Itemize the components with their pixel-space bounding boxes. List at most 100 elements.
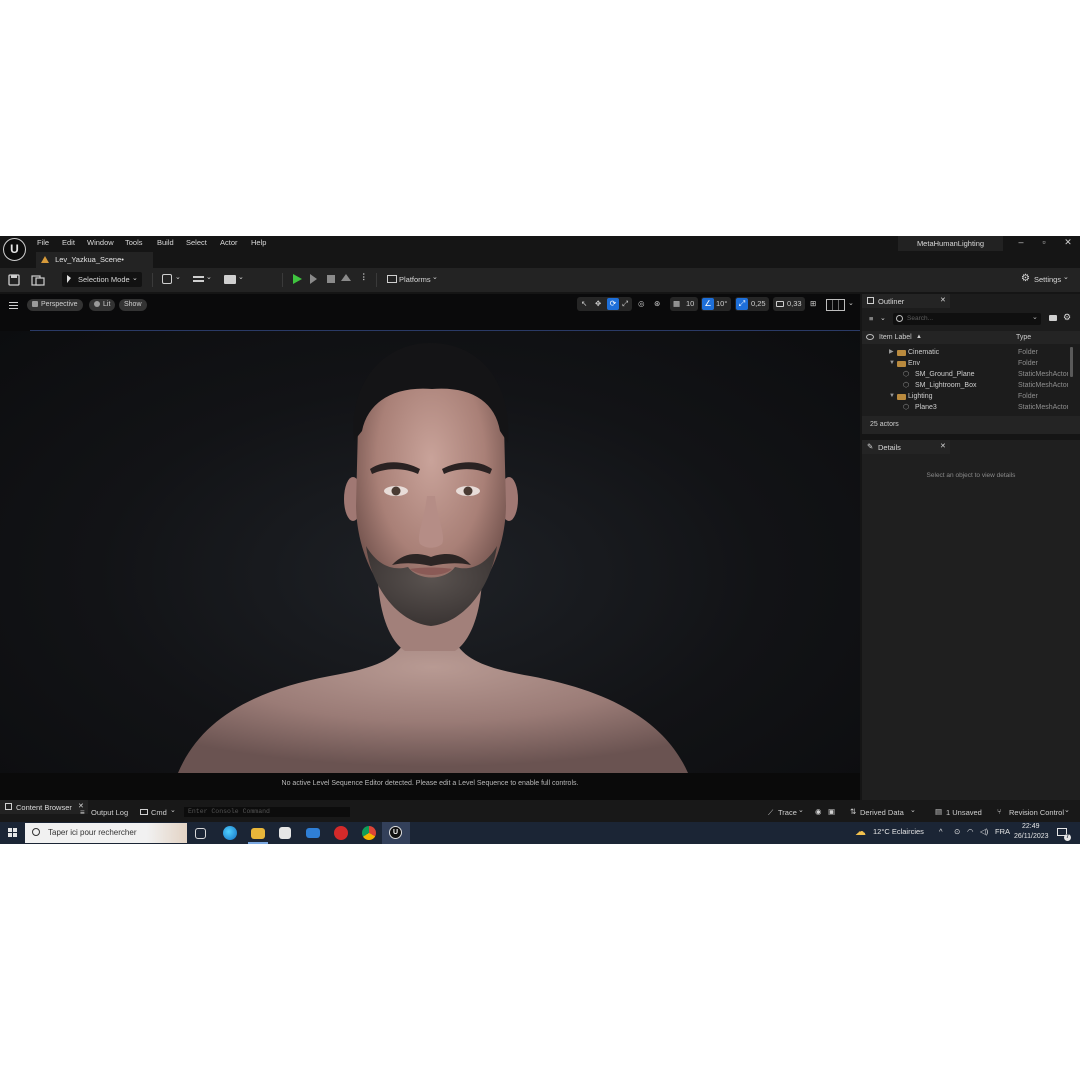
add-folder-icon[interactable] <box>1049 315 1057 321</box>
chevron-down-icon[interactable]: ⌄ <box>910 806 916 814</box>
outliner-search-input[interactable]: Search... ⌄ <box>893 313 1041 325</box>
close-window-button[interactable]: ✕ <box>1061 237 1075 248</box>
derived-data-button[interactable]: Derived Data <box>860 808 904 817</box>
world-local-icon[interactable]: ◎ <box>638 299 645 308</box>
level-tab[interactable]: Lev_Yazkua_Scene• <box>36 252 153 268</box>
tray-chevron-up-icon[interactable]: ^ <box>939 827 943 836</box>
task-view-icon[interactable] <box>195 828 206 839</box>
network-icon[interactable]: ◠ <box>967 827 974 836</box>
menu-actor[interactable]: Actor <box>220 238 238 247</box>
windows-start-icon[interactable] <box>8 828 17 837</box>
list-item[interactable]: ▼ Lighting Folder <box>862 391 1070 402</box>
chevron-down-icon[interactable]: ⌄ <box>170 806 176 814</box>
rotation-snap-group[interactable]: ∠ 10° <box>701 297 731 311</box>
chevron-down-icon[interactable]: ⌄ <box>1064 806 1070 814</box>
device-icon[interactable]: ⊙ <box>954 827 960 836</box>
content-browser-tab[interactable]: Content Browser ✕ <box>0 800 88 814</box>
file-explorer-icon[interactable] <box>251 828 265 839</box>
taskbar-search-input[interactable]: Taper ici pour rechercher <box>25 823 187 843</box>
scale-icon[interactable]: ⤢ <box>622 299 628 309</box>
list-item[interactable]: ⬡ SM_Ground_Plane StaticMeshActor <box>862 369 1070 380</box>
language-indicator[interactable]: FRA <box>995 827 1010 836</box>
chevron-down-icon[interactable]: ⌄ <box>1063 273 1069 281</box>
menu-tools[interactable]: Tools <box>125 238 143 247</box>
close-icon[interactable]: ✕ <box>940 442 946 450</box>
clock-time[interactable]: 22:49 <box>1022 823 1040 830</box>
tab-details[interactable]: ✎ Details ✕ <box>862 440 950 454</box>
unreal-logo[interactable]: U <box>3 238 26 261</box>
mail-icon[interactable] <box>306 828 320 838</box>
add-actor-icon[interactable] <box>162 274 172 284</box>
gear-icon[interactable]: ⚙ <box>1063 312 1071 323</box>
trace-button[interactable]: Trace <box>778 808 797 817</box>
filter-icon[interactable]: ≡ <box>869 314 873 323</box>
selection-mode-dropdown[interactable]: Selection Mode ⌄ <box>62 272 142 287</box>
rotate-icon[interactable]: ⟳ <box>607 298 619 310</box>
cinematics-icon[interactable] <box>224 275 236 284</box>
chevron-down-icon[interactable]: ⌄ <box>1032 313 1038 321</box>
weather-text[interactable]: 12°C Eclaircies <box>873 827 924 836</box>
clock-date[interactable]: 26/11/2023 <box>1014 833 1049 840</box>
list-item[interactable]: ▼ Env Folder <box>862 358 1070 369</box>
list-item[interactable]: ⬡ SM_Lightroom_Box StaticMeshActor <box>862 380 1070 391</box>
store-icon[interactable] <box>279 827 291 839</box>
stop-icon[interactable] <box>327 275 335 283</box>
unsaved-button[interactable]: 1 Unsaved <box>946 808 982 817</box>
close-icon[interactable]: ✕ <box>940 296 946 304</box>
tab-outliner[interactable]: Outliner ✕ <box>862 294 950 308</box>
step-icon[interactable] <box>310 274 317 284</box>
show-button[interactable]: Show <box>119 299 147 311</box>
perspective-button[interactable]: Perspective <box>27 299 83 311</box>
viewport-layout-icon[interactable] <box>826 299 845 311</box>
surface-snap-icon[interactable]: ⊛ <box>654 299 660 308</box>
blueprint-icon[interactable] <box>193 276 204 282</box>
caret-down-icon[interactable]: ▼ <box>889 358 895 369</box>
console-input[interactable]: Enter Console Command <box>184 807 350 817</box>
outliner-scrollbar[interactable] <box>1070 347 1073 377</box>
hamburger-icon[interactable] <box>9 302 18 303</box>
grid-snap-group[interactable]: ▦ 10 <box>670 297 698 311</box>
col-item-label[interactable]: Item Label <box>879 334 912 341</box>
chevron-down-icon[interactable]: ⌄ <box>848 299 854 307</box>
chevron-down-icon[interactable]: ⌄ <box>432 273 438 281</box>
unreal-taskbar-button[interactable]: U <box>382 822 410 844</box>
more-options-icon[interactable]: ⋮ <box>360 272 368 281</box>
save-icon[interactable] <box>8 274 20 286</box>
menu-window[interactable]: Window <box>87 238 114 247</box>
list-item[interactable]: ▶ Cinematic Folder <box>862 347 1070 358</box>
chrome-icon[interactable] <box>362 826 376 840</box>
revision-control-button[interactable]: Revision Control <box>1009 808 1064 817</box>
screenshot-icon[interactable]: ▣ <box>828 807 835 816</box>
play-icon[interactable] <box>293 274 302 284</box>
record-icon[interactable]: ◉ <box>815 807 822 816</box>
restore-button[interactable]: ▫ <box>1037 237 1051 247</box>
list-item[interactable]: ⬡ Plane3 StaticMeshActor <box>862 402 1070 413</box>
caret-down-icon[interactable]: ▼ <box>889 391 895 402</box>
menu-select[interactable]: Select <box>186 238 207 247</box>
platforms-button[interactable]: Platforms <box>399 275 431 284</box>
viewport-scene[interactable] <box>0 331 860 773</box>
menu-help[interactable]: Help <box>251 238 266 247</box>
chevron-down-icon[interactable]: ⌄ <box>175 273 181 281</box>
layout-icon[interactable]: ⊞ <box>810 299 816 308</box>
lit-button[interactable]: Lit <box>89 299 116 311</box>
menu-build[interactable]: Build <box>157 238 174 247</box>
volume-icon[interactable]: ◁) <box>980 827 988 836</box>
output-log-button[interactable]: Output Log <box>91 808 128 817</box>
chevron-down-icon[interactable]: ⌄ <box>798 806 804 814</box>
cmd-dropdown[interactable]: Cmd <box>151 808 167 817</box>
translate-icon[interactable]: ✥ <box>595 299 601 308</box>
caret-right-icon[interactable]: ▶ <box>889 347 894 358</box>
settings-button[interactable]: Settings <box>1034 275 1061 284</box>
content-icon[interactable] <box>31 274 45 286</box>
menu-edit[interactable]: Edit <box>62 238 75 247</box>
level-viewport[interactable]: Perspective Lit Show ↖ ✥ ⟳ ⤢ ◎ ⊛ ▦ 10 ∠ … <box>0 294 860 800</box>
menu-file[interactable]: File <box>37 238 49 247</box>
minimize-button[interactable]: – <box>1014 237 1028 247</box>
opera-icon[interactable] <box>334 826 348 840</box>
eye-icon[interactable] <box>866 334 874 340</box>
edge-icon[interactable] <box>223 826 237 840</box>
chevron-down-icon[interactable]: ⌄ <box>238 273 244 281</box>
col-type[interactable]: Type <box>1016 334 1031 341</box>
scale-snap-group[interactable]: ⤢ 0,25 <box>735 297 769 311</box>
